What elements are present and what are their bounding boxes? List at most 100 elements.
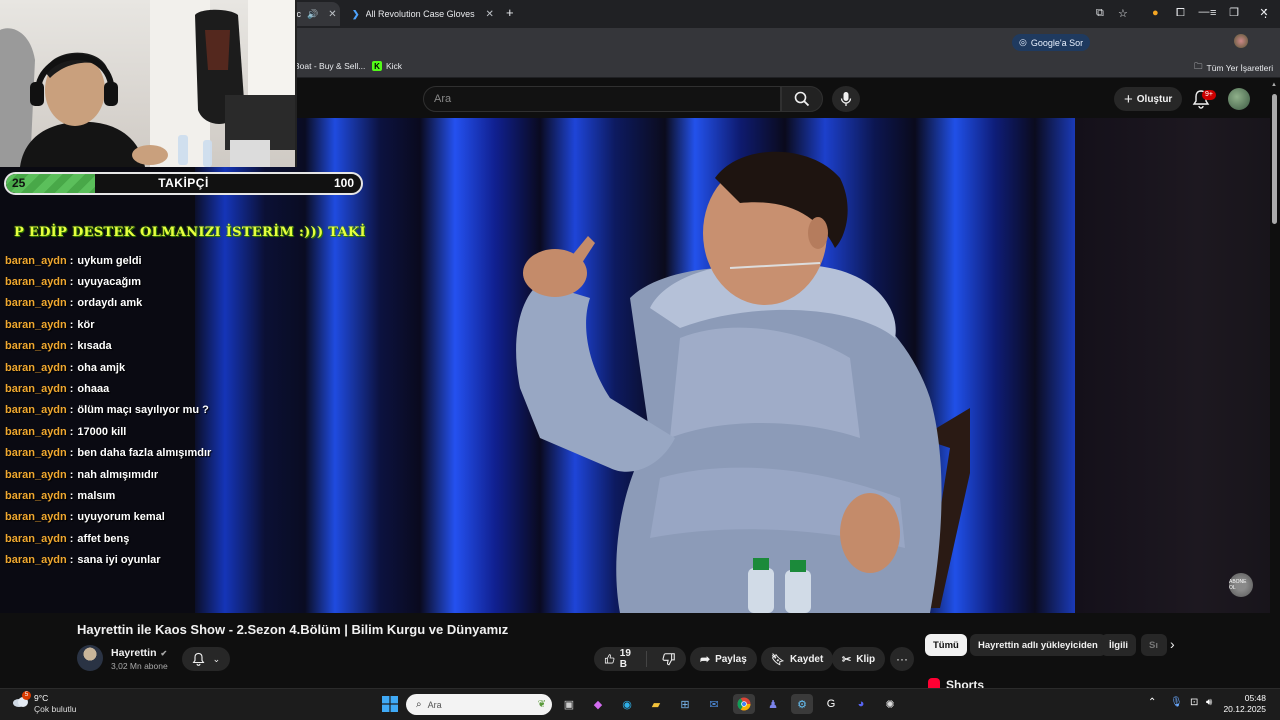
search-icon: ⌕ <box>416 699 422 710</box>
like-button[interactable]: 19 B <box>594 648 647 670</box>
scroll-up-icon[interactable]: ▲ <box>1271 82 1277 88</box>
tray-overflow-icon[interactable]: ⌃ <box>1148 697 1156 708</box>
new-tab-button[interactable]: + <box>506 5 514 20</box>
subscribe-watermark[interactable]: ABONE OL <box>1229 573 1253 597</box>
extensions-puzzle-icon[interactable]: ⧠ <box>1176 7 1185 20</box>
thumbs-down-icon <box>662 653 675 666</box>
microphone-icon[interactable]: 🎙︎ <box>1170 697 1183 708</box>
steam-icon[interactable]: ⚙ <box>791 694 813 714</box>
chat-text: uykum geldi <box>77 254 142 267</box>
chat-text: malsım <box>77 489 116 502</box>
bookmark-star-icon[interactable]: ☆ <box>1118 7 1128 20</box>
create-button[interactable]: + Oluştur <box>1114 87 1183 111</box>
task-view-icon[interactable]: ▣ <box>558 694 580 714</box>
bookmark-label: Kick <box>386 61 403 71</box>
network-icon[interactable]: ⊡ <box>1190 697 1198 708</box>
extension-honey-icon[interactable]: ● <box>1152 7 1159 19</box>
bookmark-boat[interactable]: Boat - Buy & Sell... <box>294 61 365 71</box>
chat-text: nah almışımıdır <box>77 468 159 481</box>
account-avatar[interactable] <box>1228 88 1250 110</box>
scrollbar-thumb[interactable] <box>1272 94 1277 224</box>
app-g-icon[interactable]: G <box>820 694 842 714</box>
google-ask-button[interactable]: ◎ Google'a Sor <box>1012 34 1091 51</box>
close-tab-icon[interactable]: ✕ <box>328 9 336 20</box>
create-label: Oluştur <box>1136 93 1173 105</box>
more-actions-button[interactable]: ··· <box>890 647 914 671</box>
chat-username: baran_aydn <box>5 532 67 545</box>
chip-from-uploader[interactable]: Hayrettin adlı yükleyiciden <box>970 634 1106 656</box>
close-tab-icon[interactable]: ✕ <box>486 9 494 20</box>
clock-time[interactable]: 05:48 <box>1226 693 1266 703</box>
restore-icon[interactable]: ❐ <box>1226 6 1242 19</box>
subscription-bell-button[interactable]: ⌄ <box>182 647 230 671</box>
share-button[interactable]: ➦ Paylaş <box>690 647 757 671</box>
bookmark-icon: 🔖︎ <box>771 653 785 666</box>
teams-icon[interactable]: ♟ <box>762 694 784 714</box>
chat-text: kısada <box>77 340 112 353</box>
chip-all[interactable]: Tümü <box>925 634 967 656</box>
taskbar-search-input[interactable]: ⌕ Ara ❦ <box>406 694 552 715</box>
media-control-icon[interactable]: ≡ <box>1210 7 1216 19</box>
chat-message: baran_aydn: uykum geldi <box>5 250 305 271</box>
app-settings-icon[interactable]: ✺ <box>879 694 901 714</box>
chat-message: baran_aydn: oha amjk <box>5 357 305 378</box>
copilot-icon[interactable]: ◆ <box>587 694 609 714</box>
clock-date[interactable]: 20.12.2025 <box>1200 704 1266 714</box>
channel-name-link[interactable]: Hayrettin ✔ <box>111 647 167 659</box>
all-bookmarks[interactable]: 🗀 Tüm Yer İşaretleri <box>1194 61 1273 75</box>
kick-icon: K <box>372 61 382 71</box>
chevron-right-icon[interactable]: › <box>1170 636 1175 652</box>
mail-icon[interactable]: ✉ <box>703 694 725 714</box>
start-button[interactable] <box>379 694 401 714</box>
chat-username: baran_aydn <box>5 511 67 524</box>
chat-message: baran_aydn: uyuyacağım <box>5 271 305 292</box>
bookmark-kick[interactable]: K Kick <box>372 61 402 71</box>
save-label: Kaydet <box>789 653 824 665</box>
chat-separator: : <box>69 361 74 374</box>
dislike-button[interactable] <box>652 652 686 666</box>
edge-icon[interactable]: ◉ <box>616 694 638 714</box>
speaker-icon[interactable]: 🔊 <box>307 9 318 20</box>
all-bookmarks-label: Tüm Yer İşaretleri <box>1206 63 1274 73</box>
browser-menu-icon[interactable]: ⋮ <box>1260 7 1271 20</box>
share-icon: ➦ <box>700 652 711 666</box>
file-explorer-icon[interactable]: ▰ <box>645 694 667 714</box>
chat-separator: : <box>69 254 74 267</box>
chat-separator: : <box>69 318 74 331</box>
chat-separator: : <box>69 297 74 310</box>
store-icon[interactable]: ⊞ <box>674 694 696 714</box>
chrome-icon[interactable] <box>733 694 755 714</box>
goal-target: 100 <box>334 176 355 190</box>
share-label: Paylaş <box>715 653 747 665</box>
tab-favicon-icon: ❯ <box>352 8 360 19</box>
chat-text: ordaydı amk <box>77 297 143 310</box>
chip-related[interactable]: İlgili <box>1101 634 1136 656</box>
chat-username: baran_aydn <box>5 554 67 567</box>
chat-separator: : <box>69 489 74 502</box>
tab-case-gloves[interactable]: ❯ All Revolution Case Gloves - Cs ✕ <box>344 2 502 26</box>
chat-message: baran_aydn: malsım <box>5 485 305 506</box>
channel-avatar[interactable] <box>77 645 103 671</box>
chip-truncated[interactable]: Sı <box>1141 634 1167 656</box>
chat-message: baran_aydn:17000 kill <box>5 421 305 442</box>
install-app-icon[interactable]: ⧉ <box>1096 7 1104 20</box>
clip-button[interactable]: ✂ Klip <box>832 647 886 671</box>
save-button[interactable]: 🔖︎ Kaydet <box>761 647 834 671</box>
chat-separator: : <box>69 425 74 438</box>
search-button[interactable] <box>781 86 823 112</box>
voice-search-button[interactable] <box>832 86 860 112</box>
profile-avatar[interactable] <box>1234 34 1248 48</box>
chat-username: baran_aydn <box>5 404 67 417</box>
chat-text: sana iyi oyunlar <box>77 554 161 567</box>
chat-username: baran_aydn <box>5 254 67 267</box>
scissors-icon: ✂ <box>842 653 852 666</box>
weather-description[interactable]: Çok bulutlu <box>34 704 77 714</box>
weather-temperature[interactable]: 9°C <box>34 693 48 703</box>
discord-icon[interactable]: ◕ <box>850 694 872 714</box>
channel-name: Hayrettin <box>111 647 157 659</box>
search-highlight-icon: ❦ <box>537 699 546 710</box>
microphone-icon <box>840 92 852 106</box>
chat-text: oha amjk <box>77 361 126 374</box>
bookmark-label: Boat - Buy & Sell... <box>294 61 366 71</box>
search-input[interactable]: Ara <box>423 86 781 112</box>
